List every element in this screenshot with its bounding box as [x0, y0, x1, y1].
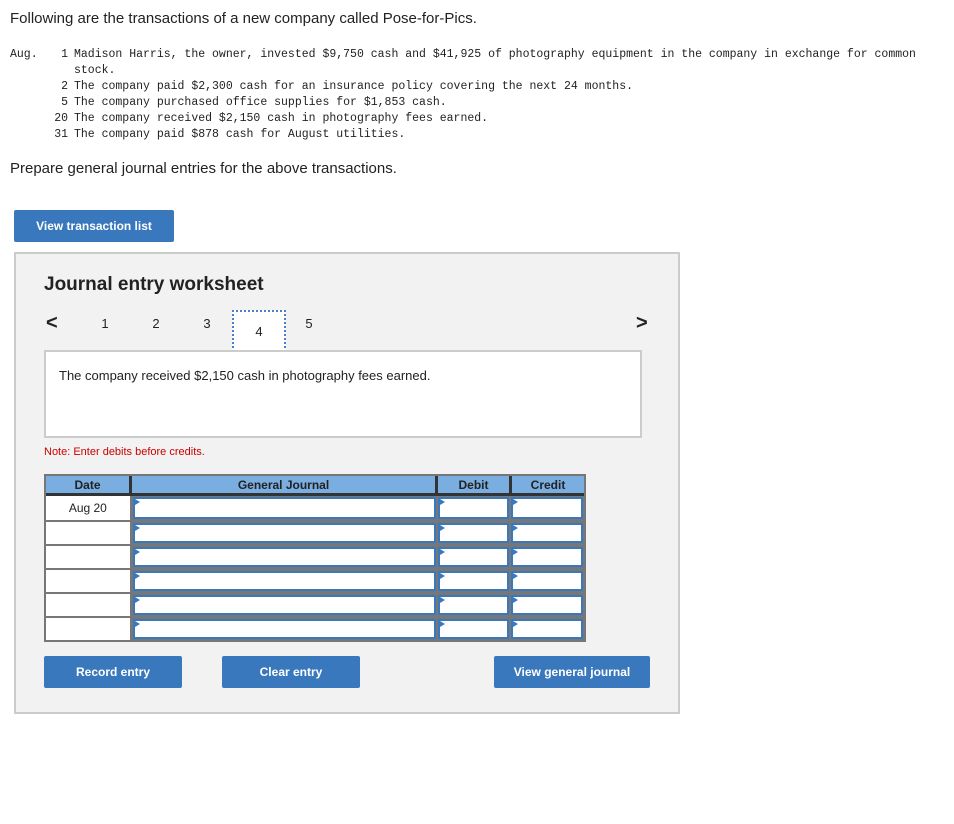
month-label: Aug. [10, 48, 38, 61]
date-cell[interactable] [46, 594, 132, 616]
journal-entry-worksheet: Journal entry worksheet < 1 2 3 4 5 > Th… [14, 252, 680, 714]
transaction-day: 20 [54, 112, 68, 125]
table-row [46, 616, 584, 640]
account-input[interactable] [132, 595, 436, 615]
intro-text: Following are the transactions of a new … [10, 10, 477, 27]
transaction-day: 5 [61, 96, 68, 109]
date-cell[interactable]: Aug 20 [46, 496, 132, 520]
transaction-item: 31 The company paid $878 cash for August … [10, 127, 944, 143]
date-cell[interactable] [46, 522, 132, 544]
header-general-journal: General Journal [132, 476, 438, 493]
account-input[interactable] [132, 523, 436, 543]
transaction-day: 1 [61, 48, 68, 61]
credit-input[interactable] [511, 547, 583, 567]
date-cell[interactable] [46, 546, 132, 568]
worksheet-title: Journal entry worksheet [44, 274, 264, 295]
table-header: Date General Journal Debit Credit [46, 476, 584, 496]
record-entry-button[interactable]: Record entry [44, 656, 182, 688]
table-row: Aug 20 [46, 496, 584, 520]
credit-input[interactable] [511, 497, 583, 519]
month-label [10, 111, 50, 127]
transaction-day: 31 [54, 128, 68, 141]
header-credit: Credit [530, 477, 566, 492]
header-date: Date [46, 476, 132, 493]
table-row [46, 544, 584, 568]
tab-4[interactable]: 4 [232, 310, 286, 352]
transaction-text: The company paid $878 cash for August ut… [74, 128, 406, 141]
clear-entry-button[interactable]: Clear entry [222, 656, 360, 688]
transaction-item: 2 The company paid $2,300 cash for an ins… [10, 79, 944, 95]
credit-input[interactable] [511, 523, 583, 543]
tab-5[interactable]: 5 [294, 316, 324, 331]
date-cell[interactable] [46, 570, 132, 592]
view-general-journal-button[interactable]: View general journal [494, 656, 650, 688]
debit-input[interactable] [437, 497, 510, 519]
debit-input[interactable] [437, 523, 510, 543]
date-cell[interactable] [46, 618, 132, 640]
journal-table: Date General Journal Debit Credit Aug 20 [44, 474, 586, 642]
debit-input[interactable] [437, 547, 510, 567]
account-input[interactable] [132, 619, 436, 639]
month-label [10, 127, 50, 143]
transaction-description: The company received $2,150 cash in phot… [44, 350, 642, 438]
table-row [46, 592, 584, 616]
transaction-day: 2 [61, 80, 68, 93]
transaction-text: The company purchased office supplies fo… [74, 96, 447, 109]
prompt-text: Prepare general journal entries for the … [10, 160, 397, 177]
account-input[interactable] [132, 571, 436, 591]
debit-input[interactable] [437, 595, 510, 615]
view-transaction-list-button[interactable]: View transaction list [14, 210, 174, 242]
month-label [10, 95, 50, 111]
next-arrow-icon[interactable]: > [636, 312, 648, 335]
credit-input[interactable] [511, 571, 583, 591]
prev-arrow-icon[interactable]: < [46, 312, 58, 335]
tab-1[interactable]: 1 [90, 316, 120, 331]
credit-input[interactable] [511, 595, 583, 615]
transaction-text: Madison Harris, the owner, invested $9,7… [74, 48, 916, 77]
transaction-item: Aug. 1 Madison Harris, the owner, invested… [10, 47, 944, 79]
header-debit: Debit [438, 476, 512, 493]
transaction-item: 20 The company received $2,150 cash in ph… [10, 111, 944, 127]
note-text: Note: Enter debits before credits. [44, 446, 205, 458]
tab-3[interactable]: 3 [192, 316, 222, 331]
transaction-text: The company received $2,150 cash in phot… [74, 112, 489, 125]
table-row [46, 520, 584, 544]
debit-input[interactable] [437, 619, 510, 639]
account-input[interactable] [132, 497, 436, 519]
account-input[interactable] [132, 547, 436, 567]
month-label [10, 79, 50, 95]
tab-2[interactable]: 2 [141, 316, 171, 331]
debit-input[interactable] [437, 571, 510, 591]
transaction-item: 5 The company purchased office supplies f… [10, 95, 944, 111]
transaction-list: Aug. 1 Madison Harris, the owner, invested… [10, 47, 944, 143]
transaction-text: The company paid $2,300 cash for an insu… [74, 80, 633, 93]
credit-input[interactable] [511, 619, 583, 639]
table-row [46, 568, 584, 592]
